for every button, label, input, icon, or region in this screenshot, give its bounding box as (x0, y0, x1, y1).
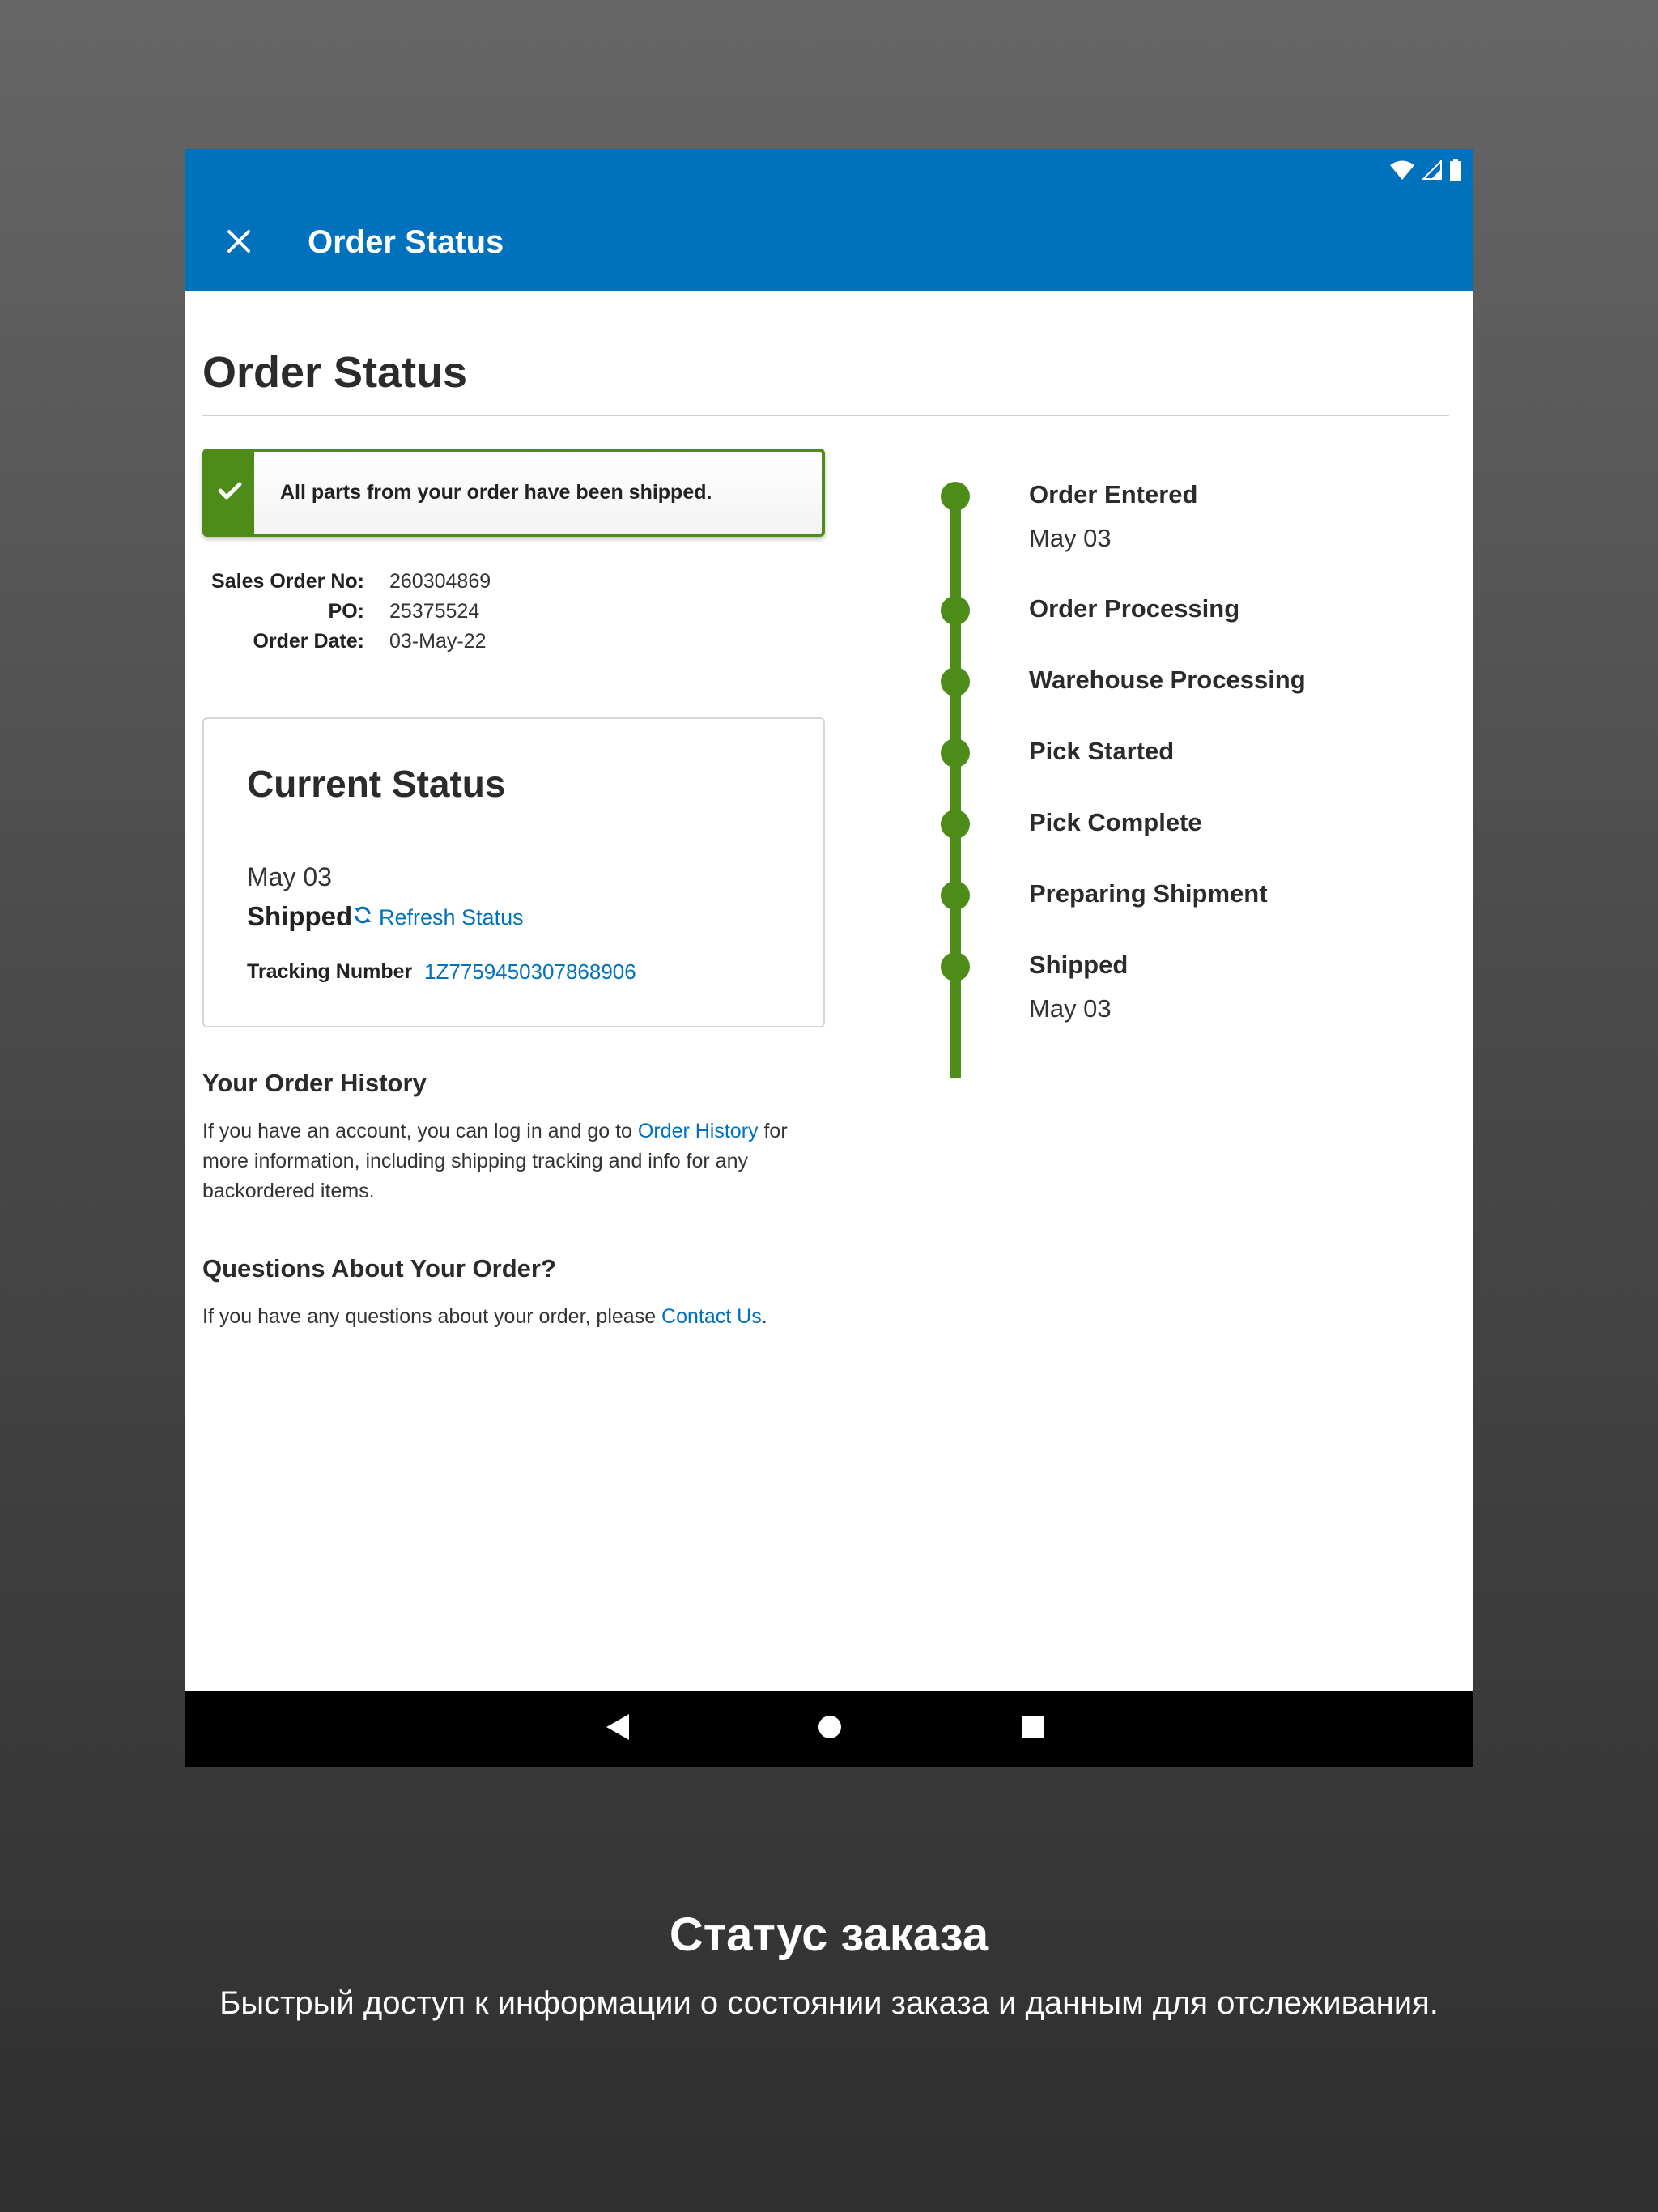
close-button[interactable] (218, 222, 260, 264)
order-info: Sales Order No: 260304869 PO: 25375524 O… (202, 567, 491, 657)
questions-heading: Questions About Your Order? (202, 1254, 556, 1283)
order-info-row: Sales Order No: 260304869 (202, 567, 491, 597)
battery-icon (1449, 158, 1462, 185)
po-label: PO: (328, 600, 364, 623)
order-history-link[interactable]: Order History (638, 1120, 759, 1142)
shipped-alert: All parts from your order have been ship… (202, 449, 825, 537)
alert-icon-bar (206, 452, 254, 534)
questions-text: If you have any questions about your ord… (202, 1305, 767, 1328)
current-status-title: Current Status (247, 763, 506, 805)
status-bar (1389, 157, 1462, 186)
sales-order-value: 260304869 (389, 570, 491, 593)
timeline-dot (941, 596, 970, 625)
order-date-label: Order Date: (253, 630, 364, 653)
app-bar-title: Order Status (308, 224, 504, 260)
app-bar: Order Status (185, 149, 1473, 291)
caption-subtitle: Быстрый доступ к информации о состоянии … (219, 1985, 1439, 2021)
timeline-step-label: Order Processing (1029, 594, 1240, 623)
alert-message: All parts from your order have been ship… (280, 481, 712, 504)
close-icon (227, 229, 251, 257)
timeline-step-date: May 03 (1029, 994, 1112, 1023)
device-screen: Order Status Order Status All parts from… (185, 149, 1473, 1767)
wifi-icon (1389, 160, 1415, 185)
sales-order-label: Sales Order No: (211, 570, 364, 593)
timeline-dot (941, 482, 970, 511)
order-timeline: Order Entered May 03 Order Processing Wa… (941, 479, 1459, 1078)
checkmark-icon (218, 481, 242, 504)
back-button[interactable] (585, 1691, 650, 1767)
current-status-card: Current Status May 03 Shipped Refresh St… (202, 717, 825, 1027)
recents-icon (1021, 1715, 1045, 1743)
timeline-step-label: Shipped (1029, 951, 1129, 979)
timeline-dot (941, 881, 970, 910)
signal-icon (1421, 159, 1443, 185)
contact-us-link[interactable]: Contact Us (661, 1305, 762, 1328)
main-content: Order Status All parts from your order h… (185, 291, 1473, 1691)
refresh-status-label: Refresh Status (379, 905, 524, 929)
timeline-dot (941, 810, 970, 839)
timeline-step-label: Pick Complete (1029, 808, 1202, 836)
tracking-number-link[interactable]: 1Z7759450307868906 (424, 957, 636, 986)
status-text: Shipped (247, 901, 353, 931)
back-icon (605, 1713, 631, 1745)
refresh-icon (353, 902, 372, 933)
caption-title: Статус заказа (669, 1908, 989, 1961)
order-date-value: 03-May-22 (389, 630, 487, 653)
timeline-dot (941, 667, 970, 696)
order-history-heading: Your Order History (202, 1069, 427, 1097)
refresh-status-link[interactable]: Refresh Status (353, 902, 524, 933)
home-button[interactable] (797, 1691, 862, 1767)
system-nav-bar (185, 1691, 1473, 1767)
po-value: 25375524 (389, 600, 480, 623)
home-icon (818, 1715, 842, 1743)
timeline-step-label: Order Entered (1029, 480, 1198, 508)
order-info-row: Order Date: 03-May-22 (202, 627, 491, 657)
order-info-row: PO: 25375524 (202, 597, 491, 627)
timeline-step-label: Warehouse Processing (1029, 666, 1306, 694)
timeline-dot (941, 952, 970, 981)
status-date: May 03 (247, 862, 332, 891)
timeline-dot (941, 738, 970, 768)
timeline-step-date: May 03 (1029, 524, 1112, 552)
timeline-step-label: Preparing Shipment (1029, 879, 1268, 908)
timeline-step-label: Pick Started (1029, 737, 1175, 765)
title-divider (202, 415, 1449, 416)
tracking-number-label: Tracking Number (247, 960, 413, 983)
recents-button[interactable] (1001, 1691, 1065, 1767)
order-history-text: If you have an account, you can log in a… (202, 1120, 788, 1202)
page-title: Order Status (202, 348, 468, 397)
timeline-line (950, 483, 961, 1078)
